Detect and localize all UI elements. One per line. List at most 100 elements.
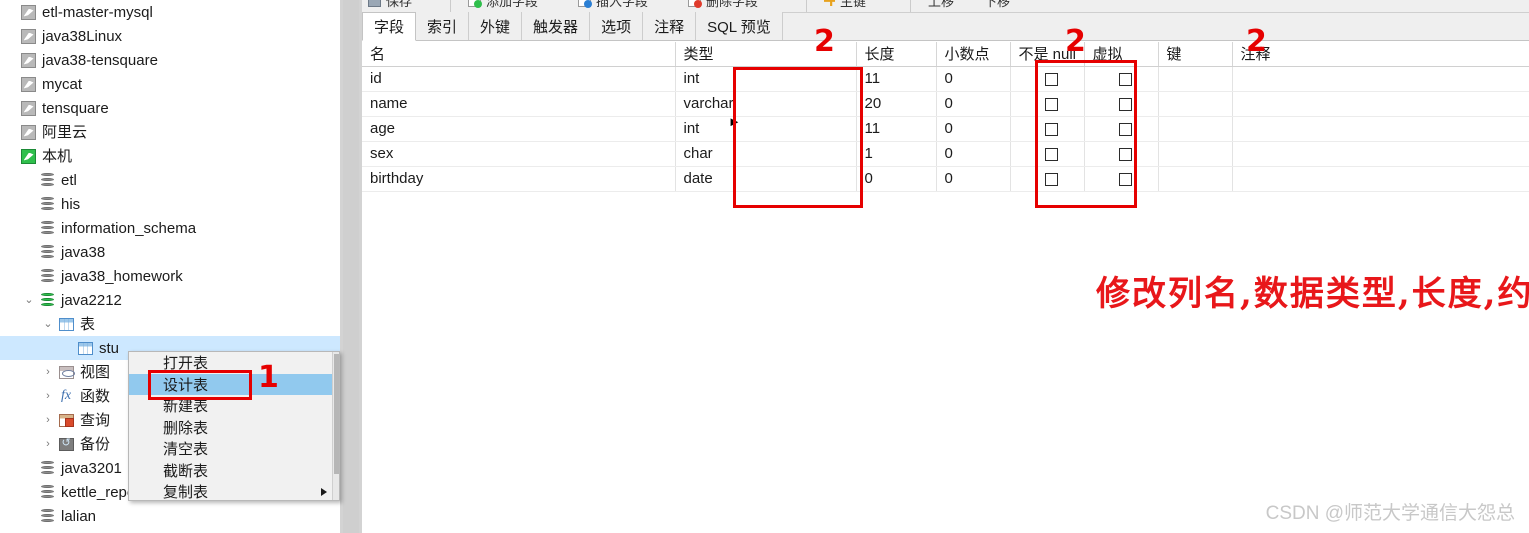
tab-选项[interactable]: 选项 [590,12,644,40]
tree-item-information_schema[interactable]: information_schema [0,216,340,240]
tree-item-java38[interactable]: java38 [0,240,340,264]
chevron-right-icon[interactable]: › [40,366,56,378]
toolbar-delete-field-button[interactable]: 删除字段 [688,0,758,10]
field-row[interactable]: age int 11 0 [362,116,1529,142]
field-key-cell[interactable] [1158,166,1233,192]
context-menu-item-删除表[interactable]: 删除表 [129,417,339,439]
tree-item-icon [56,363,76,381]
toolbar-move-up-button[interactable]: 上移 [928,0,954,10]
tree-item-etl-master-mysql[interactable]: etl-master-mysql [0,0,340,24]
designer-tabstrip[interactable]: 字段 索引 外键 触发器 选项 注释 SQL 预览 [362,12,1529,41]
tree-item-label: his [61,195,81,213]
tree-item-java38_homework[interactable]: java38_homework [0,264,340,288]
tab-索引[interactable]: 索引 [416,12,470,40]
field-row[interactable]: birthday date 0 0 [362,166,1529,192]
column-header-小数点[interactable]: 小数点 [936,42,1011,67]
context-menu-item-复制表[interactable]: 复制表 [129,481,339,500]
field-decimals-cell[interactable]: 0 [936,66,1011,92]
chevron-down-icon[interactable]: ⌄ [40,318,56,330]
connection-icon [20,148,36,164]
tree-item-his[interactable]: his [0,192,340,216]
tab-label: 选项 [601,18,632,36]
context-menu-item-清空表[interactable]: 清空表 [129,438,339,460]
field-key-cell[interactable] [1158,91,1233,117]
field-length-cell[interactable]: 0 [856,166,937,192]
field-decimals-cell[interactable]: 0 [936,166,1011,192]
field-comment-cell[interactable] [1232,66,1529,92]
tab-label: 注释 [654,18,685,36]
field-decimals-cell[interactable]: 0 [936,141,1011,167]
toolbar-move-down-label: 下移 [984,0,1011,9]
column-header-label: 类型 [683,46,714,64]
field-decimals-cell[interactable]: 0 [936,91,1011,117]
field-row[interactable]: name varchar 20 0 [362,91,1529,117]
toolbar-save-label: 保存 [386,0,413,9]
context-menu-item-截断表[interactable]: 截断表 [129,460,339,482]
field-row[interactable]: id int 11 0 [362,66,1529,92]
tab-注释[interactable]: 注释 [643,12,697,40]
toolbar-insert-field-button[interactable]: 插入字段 [578,0,648,10]
tree-item-java38-tensquare[interactable]: java38-tensquare [0,48,340,72]
field-length-cell-text: 1 [864,145,873,162]
tree-item-java38Linux[interactable]: java38Linux [0,24,340,48]
tree-item-mybatisplus[interactable]: mybatisplus [0,528,340,533]
field-key-cell[interactable] [1158,141,1233,167]
field-comment-cell[interactable] [1232,166,1529,192]
toolbar-separator [910,0,911,12]
tree-item-lalian[interactable]: lalian [0,504,340,528]
tree-item-tensquare[interactable]: tensquare [0,96,340,120]
tree-item-icon [18,3,38,21]
tree-item-mycat[interactable]: mycat [0,72,340,96]
field-length-cell[interactable]: 1 [856,141,937,167]
field-length-cell[interactable]: 11 [856,116,937,142]
chevron-down-icon[interactable]: ⌄ [21,294,37,306]
toolbar-save-button[interactable]: 保存 [368,0,412,10]
column-header-注释[interactable]: 注释 [1232,42,1529,67]
tab-SQL 预览[interactable]: SQL 预览 [696,12,783,40]
field-name-cell-text: name [370,95,408,112]
context-menu-scrollbar[interactable] [332,352,339,500]
column-header-键[interactable]: 键 [1158,42,1233,67]
field-length-cell[interactable]: 11 [856,66,937,92]
field-comment-cell[interactable] [1232,91,1529,117]
tree-item-label: java38_homework [61,267,183,285]
toolbar-move-up-label: 上移 [928,0,955,9]
column-header-长度[interactable]: 长度 [856,42,937,67]
database-icon [40,244,54,260]
tab-外键[interactable]: 外键 [469,12,523,40]
toolbar-primary-key-button[interactable]: 主键 [824,0,866,10]
field-name-cell[interactable]: sex [362,141,676,167]
field-name-cell[interactable]: name [362,91,676,117]
field-key-cell[interactable] [1158,66,1233,92]
field-name-cell[interactable]: id [362,66,676,92]
field-length-cell[interactable]: 20 [856,91,937,117]
field-name-cell[interactable]: age [362,116,676,142]
tree-item-label: 函数 [80,387,111,405]
field-row[interactable]: sex char 1 0 [362,141,1529,167]
chevron-right-icon[interactable]: › [40,414,56,426]
tree-item-java2212[interactable]: ⌄ java2212 [0,288,340,312]
field-decimals-cell-text: 0 [944,145,953,162]
field-decimals-cell[interactable]: 0 [936,116,1011,142]
tree-item-阿里云[interactable]: 阿里云 [0,120,340,144]
chevron-right-icon[interactable]: › [40,438,56,450]
tree-item-表[interactable]: ⌄ 表 [0,312,340,336]
tab-字段[interactable]: 字段 [362,12,417,41]
database-icon [40,484,54,500]
annotation-marker-2-name: 2 [814,24,835,59]
field-comment-cell[interactable] [1232,141,1529,167]
chevron-right-icon[interactable]: › [40,390,56,402]
tab-触发器[interactable]: 触发器 [522,12,591,40]
field-name-cell-text: age [370,120,396,137]
field-name-cell-text: birthday [370,170,424,187]
tree-item-etl[interactable]: etl [0,168,340,192]
panel-splitter[interactable] [340,0,362,533]
field-comment-cell[interactable] [1232,116,1529,142]
tree-item-本机[interactable]: 本机 [0,144,340,168]
panel-splitter-track[interactable] [343,0,359,533]
field-name-cell[interactable]: birthday [362,166,676,192]
field-key-cell[interactable] [1158,116,1233,142]
toolbar-add-field-button[interactable]: 添加字段 [468,0,538,10]
column-header-名[interactable]: 名 [362,42,676,67]
toolbar-move-down-button[interactable]: 下移 [984,0,1010,10]
